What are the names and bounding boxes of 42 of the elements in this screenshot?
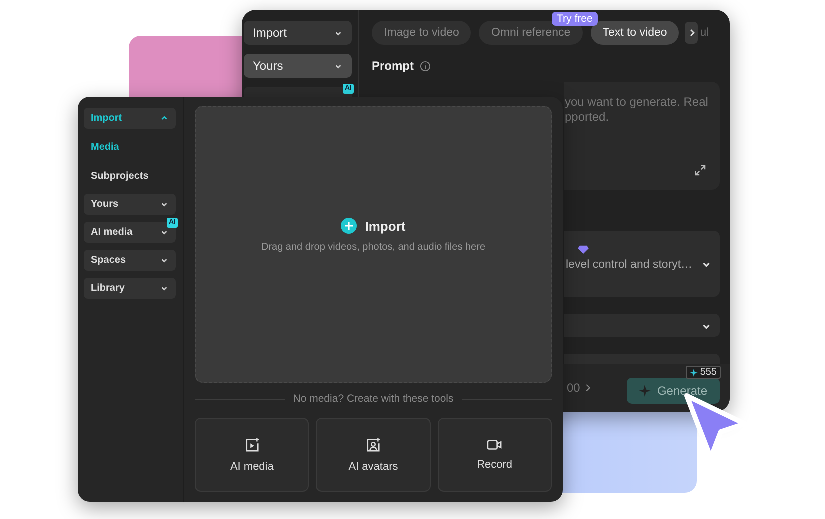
tool-card[interactable]: AI media: [195, 418, 310, 492]
sidebar-link[interactable]: Subprojects: [84, 165, 183, 187]
placeholder-text: pported.: [565, 110, 610, 125]
sidebar-dropdown[interactable]: Yours: [84, 194, 176, 215]
chevron-icon: [160, 228, 169, 237]
try-free-badge: Try free: [552, 12, 598, 26]
drop-hint: Drag and drop videos, photos, and audio files here: [261, 242, 486, 253]
chevron-icon: [160, 114, 169, 123]
tool-card[interactable]: Record: [438, 418, 552, 492]
plus-icon: [341, 218, 358, 234]
tool-card[interactable]: AI avatars: [316, 418, 431, 492]
model-selector[interactable]: level control and storyt…: [564, 231, 720, 297]
chevron-icon: [160, 256, 169, 265]
info-icon: [420, 60, 431, 72]
gem-icon: [578, 245, 589, 254]
credits-badge: 555: [686, 366, 721, 379]
camera-icon: [487, 439, 502, 451]
sidebar-dropdown[interactable]: Library: [84, 278, 176, 299]
generate-button[interactable]: Generate: [627, 378, 720, 404]
drop-zone[interactable]: Import Drag and drop videos, photos, and audio files here: [195, 106, 552, 383]
chevron-icon: [160, 284, 169, 293]
chevron-icon: [160, 200, 169, 209]
sidebar-link[interactable]: Media: [84, 136, 183, 158]
mode-tab[interactable]: Text to video: [590, 21, 680, 45]
character-count: 00: [567, 381, 580, 395]
portrait-plus-icon: [366, 438, 381, 452]
chevron-right-icon: [584, 383, 594, 393]
sidebar-dropdown[interactable]: Spaces: [84, 250, 176, 271]
scroll-right-icon[interactable]: [685, 22, 698, 44]
sidebar-dropdown[interactable]: Import: [244, 21, 352, 45]
model-description: level control and storyt…: [566, 259, 693, 271]
mode-tab[interactable]: Image to video: [372, 21, 472, 45]
placeholder-text: you want to generate. Real: [565, 95, 710, 110]
video-plus-icon: [244, 438, 260, 452]
sidebar-dropdown[interactable]: Import: [84, 108, 176, 129]
sidebar-dropdown[interactable]: Yours: [244, 54, 352, 78]
sparkle-icon: [639, 385, 652, 397]
expand-icon[interactable]: [695, 165, 706, 176]
import-title: Import: [365, 218, 406, 234]
tools-caption: No media? Create with these tools: [293, 393, 454, 405]
prompt-label: Prompt: [372, 59, 414, 73]
sparkle-icon: [690, 368, 698, 376]
